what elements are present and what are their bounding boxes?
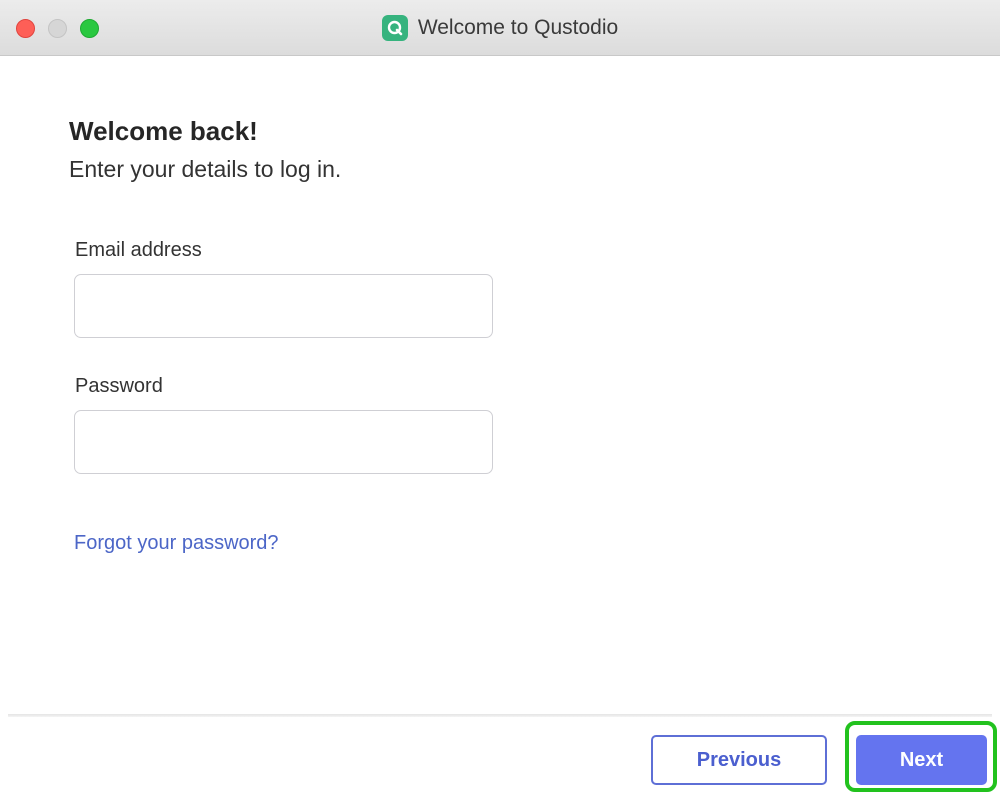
app-window: Welcome to Qustodio Welcome back! Enter … — [0, 0, 1000, 792]
footer-divider — [8, 714, 992, 717]
next-button[interactable]: Next — [856, 735, 987, 785]
window-title: Welcome to Qustodio — [417, 16, 619, 39]
previous-button[interactable]: Previous — [651, 735, 827, 785]
login-form: Welcome back! Enter your details to log … — [0, 56, 1000, 712]
email-input[interactable] — [74, 274, 493, 338]
title-group: Welcome to Qustodio — [0, 0, 1000, 56]
password-input[interactable] — [74, 410, 493, 474]
page-subtitle: Enter your details to log in. — [69, 156, 342, 182]
title-bar[interactable]: Welcome to Qustodio — [0, 0, 1000, 56]
qustodio-logo-icon — [381, 15, 408, 41]
password-label: Password — [75, 375, 163, 397]
page-title: Welcome back! — [69, 116, 258, 146]
forgot-password-link[interactable]: Forgot your password? — [74, 532, 279, 555]
email-label: Email address — [75, 239, 202, 261]
